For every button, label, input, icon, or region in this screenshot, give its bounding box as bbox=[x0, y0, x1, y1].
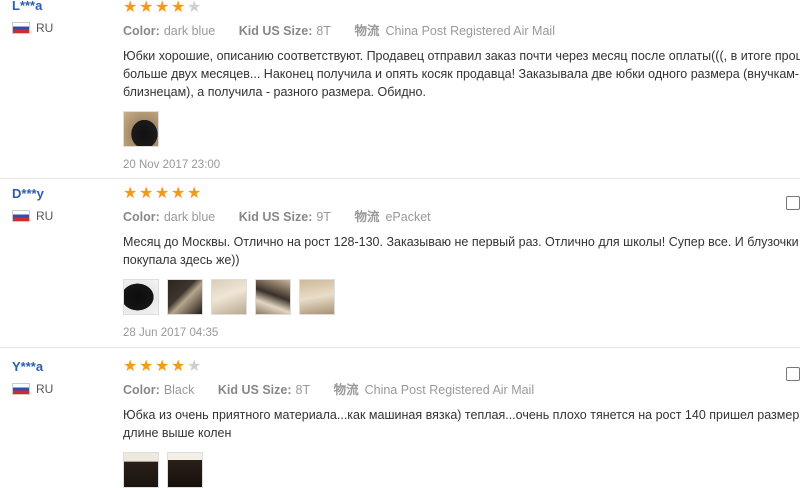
review-photos bbox=[123, 279, 800, 315]
country: RU bbox=[12, 382, 53, 396]
shipping-value: China Post Registered Air Mail bbox=[364, 383, 535, 397]
star-rating: ★ ★ ★ ★ ★ bbox=[123, 186, 800, 202]
review-photos bbox=[123, 452, 800, 488]
review-user: Y***a RU bbox=[12, 359, 53, 396]
star-icon: ★ bbox=[171, 0, 186, 16]
star-icon: ★ bbox=[171, 185, 186, 202]
review-text: Юбка из очень приятного материала...как … bbox=[123, 406, 800, 442]
star-icon: ★ bbox=[155, 0, 170, 16]
review-photo[interactable] bbox=[167, 279, 203, 315]
size-label: Kid US Size: bbox=[217, 383, 292, 397]
russia-flag-icon bbox=[12, 210, 30, 222]
shipping-label: 物流 bbox=[333, 383, 359, 397]
review-photo[interactable] bbox=[211, 279, 247, 315]
star-icon: ★ bbox=[139, 185, 154, 202]
star-empty-icon: ★ bbox=[187, 0, 202, 16]
country: RU bbox=[12, 21, 53, 35]
country-code: RU bbox=[36, 21, 54, 35]
star-empty-icon: ★ bbox=[187, 358, 202, 375]
star-rating: ★ ★ ★ ★ ★ bbox=[123, 359, 800, 375]
star-icon: ★ bbox=[139, 358, 154, 375]
color-value: dark blue bbox=[163, 210, 216, 224]
country-code: RU bbox=[36, 382, 54, 396]
review-text: Месяц до Москвы. Отлично на рост 128-130… bbox=[123, 233, 800, 269]
star-icon: ★ bbox=[123, 358, 138, 375]
username[interactable]: D***y bbox=[12, 186, 53, 201]
russia-flag-icon bbox=[12, 383, 30, 395]
review-content: ★ ★ ★ ★ ★ Color: dark blue Kid US Size: 9T 物流 e… bbox=[123, 186, 800, 339]
review-text-line: больше двух месяцев... Наконец получила … bbox=[123, 67, 800, 81]
order-info: Color: dark blue Kid US Size: 8T 物流 China P… bbox=[123, 20, 800, 39]
shipping-value: ePacket bbox=[385, 210, 431, 224]
review-photo[interactable] bbox=[123, 111, 159, 147]
size-value: 8T bbox=[316, 24, 331, 38]
review-photo[interactable] bbox=[167, 452, 203, 488]
star-icon: ★ bbox=[155, 358, 170, 375]
color-label: Color: bbox=[123, 383, 160, 397]
size-value: 9T bbox=[316, 210, 331, 224]
review-text-line: Юбка из очень приятного материала...как … bbox=[123, 408, 800, 422]
review-date: 28 Jun 2017 04:35 bbox=[123, 327, 219, 339]
review-user: D***y RU bbox=[12, 186, 53, 223]
color-value: Black bbox=[163, 383, 195, 397]
username[interactable]: L***a bbox=[12, 0, 53, 13]
star-icon: ★ bbox=[187, 185, 202, 202]
star-icon: ★ bbox=[155, 185, 170, 202]
review-text-line: длине выше колен bbox=[123, 426, 232, 440]
country-code: RU bbox=[36, 209, 54, 223]
order-info: Color: dark blue Kid US Size: 9T 物流 ePacket bbox=[123, 206, 800, 225]
size-value: 8T bbox=[295, 383, 311, 397]
review-user: L***a RU bbox=[12, 0, 53, 35]
review-content: ★ ★ ★ ★ ★ Color: dark blue Kid US Size: 8T 物流 C… bbox=[123, 0, 800, 171]
star-icon: ★ bbox=[139, 0, 154, 16]
review-text: Юбки хорошие, описанию соответствуют. Пр… bbox=[123, 47, 800, 101]
order-info: Color: Black Kid US Size: 8T 物流 China Post … bbox=[123, 379, 800, 398]
review-photo[interactable] bbox=[299, 279, 335, 315]
review-photo[interactable] bbox=[255, 279, 291, 315]
username[interactable]: Y***a bbox=[12, 359, 53, 374]
review-divider bbox=[0, 347, 800, 348]
review-text-line: близнецам), а получила - разного размера… bbox=[123, 85, 426, 99]
review-content: ★ ★ ★ ★ ★ Color: Black Kid US Size: 8T 物流 China… bbox=[123, 359, 800, 488]
review-text-line: Месяц до Москвы. Отлично на рост 128-130… bbox=[123, 235, 800, 249]
review-photos bbox=[123, 111, 800, 147]
color-label: Color: bbox=[123, 24, 160, 38]
star-icon: ★ bbox=[171, 358, 186, 375]
size-label: Kid US Size: bbox=[238, 210, 313, 224]
review-photo[interactable] bbox=[123, 279, 159, 315]
shipping-label: 物流 bbox=[354, 24, 380, 38]
color-value: dark blue bbox=[163, 24, 216, 38]
color-label: Color: bbox=[123, 210, 160, 224]
star-icon: ★ bbox=[123, 0, 138, 16]
russia-flag-icon bbox=[12, 22, 30, 34]
country: RU bbox=[12, 209, 53, 223]
star-rating: ★ ★ ★ ★ ★ bbox=[123, 0, 800, 16]
shipping-value: China Post Registered Air Mail bbox=[385, 24, 555, 38]
review-photo[interactable] bbox=[123, 452, 159, 488]
review-divider bbox=[0, 178, 800, 179]
review-text-line: Юбки хорошие, описанию соответствуют. Пр… bbox=[123, 49, 800, 63]
review-date: 20 Nov 2017 23:00 bbox=[123, 159, 221, 171]
shipping-label: 物流 bbox=[354, 210, 380, 224]
star-icon: ★ bbox=[123, 185, 138, 202]
review-text-line: покупала здесь же)) bbox=[123, 253, 240, 267]
size-label: Kid US Size: bbox=[238, 24, 313, 38]
